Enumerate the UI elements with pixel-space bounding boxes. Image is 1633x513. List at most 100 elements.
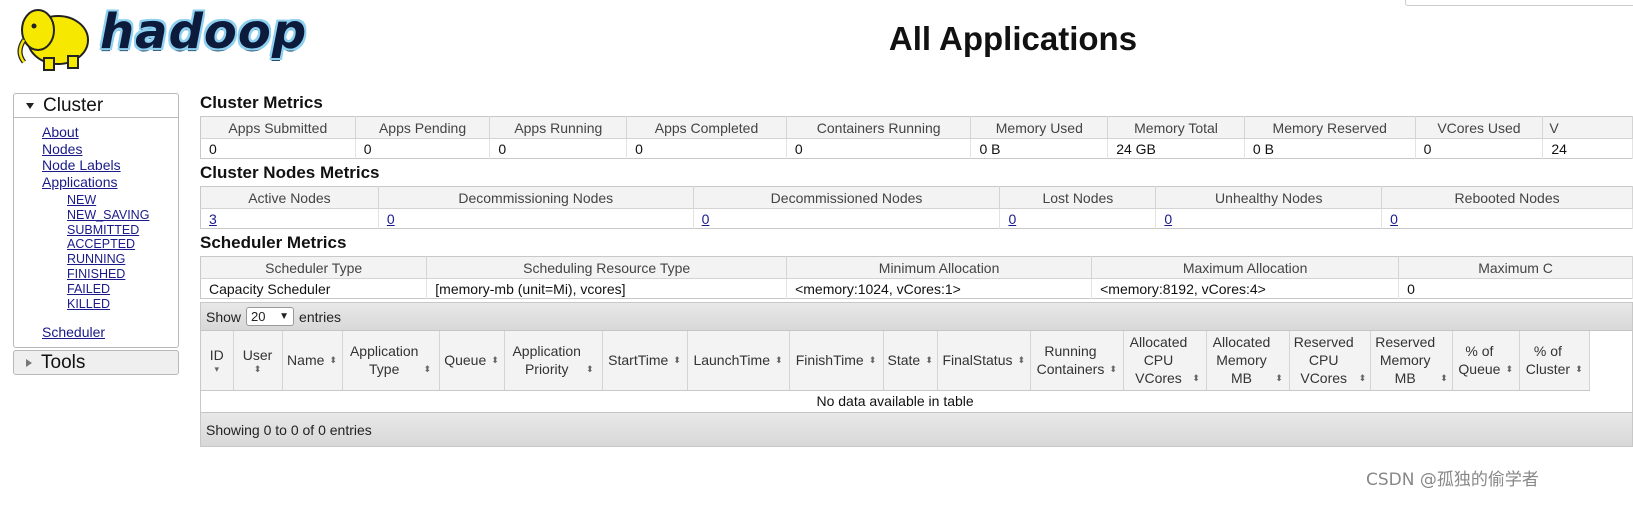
page-size-select[interactable]: 20 ▼	[246, 307, 295, 326]
sidebar-cluster-label: Cluster	[43, 94, 104, 116]
sidebar-link-scheduler[interactable]: Scheduler	[42, 324, 105, 340]
metric-header: Apps Submitted	[200, 116, 356, 139]
sort-icon[interactable]: ⬍	[925, 351, 933, 369]
metric-value: 0	[200, 138, 356, 159]
sort-icon[interactable]: ⬍	[243, 364, 273, 374]
metric-header: Apps Completed	[626, 116, 787, 139]
column-header-user[interactable]: User ⬍	[233, 331, 283, 391]
metric-header: Containers Running	[786, 116, 972, 139]
column-header-of-cluster[interactable]: % of Cluster ⬍	[1519, 331, 1590, 391]
sort-icon[interactable]: ⬍	[1575, 360, 1583, 378]
column-header-allocated-cpu-vcores[interactable]: Allocated CPU VCores ⬍	[1123, 331, 1207, 391]
sidebar-link-about[interactable]: About	[42, 124, 79, 140]
column-header-finishtime[interactable]: FinishTime ⬍	[789, 331, 884, 391]
top-right-panel	[1405, 0, 1633, 6]
column-header-label: % of Cluster	[1526, 342, 1570, 378]
metric-value: 0	[786, 138, 972, 159]
column-header-state[interactable]: State ⬍	[883, 331, 938, 391]
column-header-line: LaunchTime	[693, 352, 770, 369]
rebooted-nodes-link[interactable]: 0	[1390, 211, 1398, 227]
sort-icon[interactable]: ⬍	[1018, 351, 1026, 369]
applications-table: ID ▾ User ⬍ Name ⬍ Application Type ⬍ Queue ⬍ Appli…	[201, 331, 1590, 412]
sidebar-link-applications[interactable]: Applications	[42, 174, 118, 190]
column-header-running-containers[interactable]: Running Containers ⬍	[1030, 331, 1124, 391]
sort-icon[interactable]: ⬍	[423, 360, 431, 378]
column-header-application-priority[interactable]: Application Priority ⬍	[504, 331, 603, 391]
sort-icon[interactable]: ⬍	[775, 351, 783, 369]
column-header-reserved-cpu-vcores[interactable]: Reserved CPU VCores ⬍	[1289, 331, 1372, 391]
sidebar-tools-header[interactable]: Tools	[14, 351, 178, 375]
sidebar-state-accepted[interactable]: ACCEPTED	[67, 237, 135, 251]
sort-icon[interactable]: ⬍	[673, 351, 681, 369]
column-header-reserved-memory-mb[interactable]: Reserved Memory MB ⬍	[1370, 331, 1453, 391]
sort-icon[interactable]: ⬍	[1440, 369, 1448, 387]
applications-table-panel: Show 20 ▼ entries ID ▾ User ⬍ Name ⬍ Applicati…	[200, 302, 1633, 447]
sort-icon[interactable]: ⬍	[491, 351, 499, 369]
metric-value: 24 GB	[1107, 138, 1245, 159]
main-content: Cluster Metrics Apps Submitted Apps Pend…	[200, 92, 1633, 447]
sort-icon[interactable]: ⬍	[1275, 369, 1283, 387]
sort-icon[interactable]: ⬍	[586, 360, 594, 378]
metric-value: 0	[355, 138, 491, 159]
sidebar-cluster-header[interactable]: Cluster	[14, 94, 178, 118]
sidebar-cluster: Cluster About Nodes Node Labels Applicat…	[13, 93, 179, 348]
column-header-name[interactable]: Name ⬍	[282, 331, 343, 391]
sidebar-state-submitted[interactable]: SUBMITTED	[67, 223, 139, 237]
sidebar-link-node-labels[interactable]: Node Labels	[42, 157, 121, 173]
sidebar-tools[interactable]: Tools	[13, 350, 179, 375]
metric-header: Memory Reserved	[1244, 116, 1416, 139]
column-header-line: Reserved	[1293, 334, 1354, 351]
sidebar-state-finished[interactable]: FINISHED	[67, 267, 125, 281]
column-header-line: StartTime	[608, 352, 669, 369]
column-header-line: Application	[512, 343, 581, 360]
metric-header: Unhealthy Nodes	[1155, 186, 1383, 209]
sidebar-app-states: NEW NEW_SAVING SUBMITTED ACCEPTED RUNNIN…	[42, 193, 178, 311]
column-header-line: Containers	[1036, 361, 1105, 378]
column-header-label: Application Priority	[512, 342, 581, 378]
metric-value: 0	[489, 138, 628, 159]
column-header-line: FinishTime	[795, 352, 864, 369]
sort-icon[interactable]: ⬍	[1192, 369, 1200, 387]
column-header-application-type[interactable]: Application Type ⬍	[342, 331, 440, 391]
show-label: Show	[206, 308, 242, 325]
sort-icon[interactable]: ⬍	[329, 351, 337, 369]
decommissioning-nodes-link[interactable]: 0	[387, 211, 395, 227]
sort-icon[interactable]: ⬍	[1505, 360, 1513, 378]
column-header-of-queue[interactable]: % of Queue ⬍	[1452, 331, 1520, 391]
column-header-label: Running Containers	[1037, 342, 1105, 378]
column-header-line: Type	[369, 361, 400, 378]
column-header-line: VCores	[1135, 370, 1182, 387]
column-header-queue[interactable]: Queue ⬍	[439, 331, 505, 391]
sidebar-link-nodes[interactable]: Nodes	[42, 141, 82, 157]
sort-icon[interactable]: ⬍	[1359, 369, 1367, 387]
scheduler-metrics-table: Scheduler Type Scheduling Resource Type …	[200, 256, 1633, 299]
column-header-line: Queue	[1458, 361, 1501, 378]
sidebar-state-killed[interactable]: KILLED	[67, 297, 110, 311]
metric-header: Active Nodes	[200, 186, 379, 209]
column-header-line: Priority	[524, 361, 569, 378]
column-header-id[interactable]: ID ▾	[201, 331, 234, 391]
active-nodes-link[interactable]: 3	[209, 211, 217, 227]
column-header-starttime[interactable]: StartTime ⬍	[602, 331, 688, 391]
watermark: CSDN @孤独的偷学者	[1366, 470, 1539, 490]
lost-nodes-link[interactable]: 0	[1008, 211, 1016, 227]
sidebar-state-new[interactable]: NEW	[67, 193, 96, 207]
sidebar-state-new-saving[interactable]: NEW_SAVING	[67, 208, 149, 222]
sidebar-state-running[interactable]: RUNNING	[67, 252, 125, 266]
sort-desc-icon[interactable]: ▾	[210, 364, 224, 374]
column-header-launchtime[interactable]: LaunchTime ⬍	[687, 331, 790, 391]
column-header-line: VCores	[1300, 370, 1348, 387]
column-header-finalstatus[interactable]: FinalStatus ⬍	[937, 331, 1031, 391]
sort-icon[interactable]: ⬍	[1109, 360, 1117, 378]
column-header-allocated-memory-mb[interactable]: Allocated Memory MB ⬍	[1206, 331, 1290, 391]
column-header-line: Allocated	[1129, 334, 1188, 351]
column-header-line: State	[887, 352, 921, 369]
unhealthy-nodes-link[interactable]: 0	[1164, 211, 1172, 227]
metric-value: 0 B	[1244, 138, 1416, 159]
column-header-line: Name	[287, 352, 325, 369]
sidebar-state-failed[interactable]: FAILED	[67, 282, 110, 296]
decommissioned-nodes-link[interactable]: 0	[702, 211, 710, 227]
column-header-line: % of	[1533, 343, 1562, 360]
column-header-label: LaunchTime	[693, 351, 770, 369]
sort-icon[interactable]: ⬍	[869, 351, 877, 369]
